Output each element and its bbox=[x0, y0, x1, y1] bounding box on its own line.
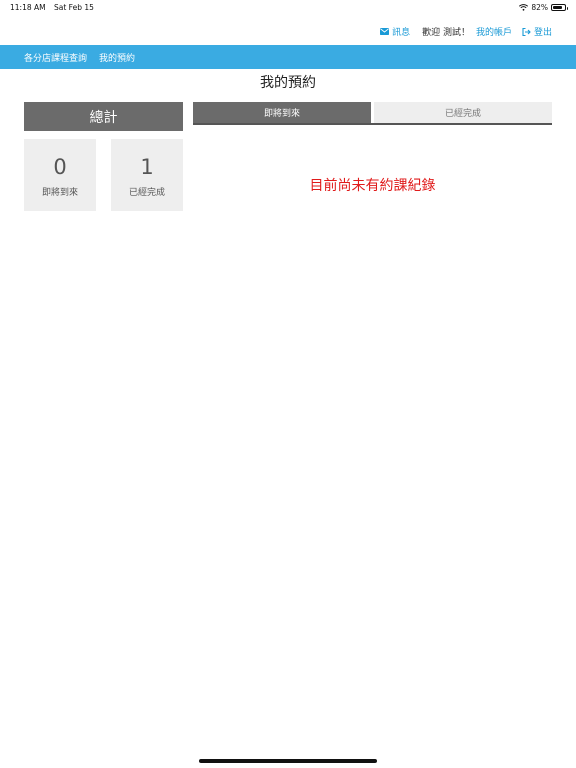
logout-label: 登出 bbox=[533, 28, 552, 38]
battery-percent: 82% bbox=[531, 3, 548, 12]
booking-tabs: 即將到來 已經完成 bbox=[193, 102, 552, 125]
battery-level bbox=[553, 6, 563, 9]
summary-header: 總計 bbox=[24, 102, 183, 131]
logout-icon bbox=[522, 27, 531, 36]
stat-upcoming-label: 即將到來 bbox=[41, 188, 78, 198]
my-account-link[interactable]: 我的帳戶 bbox=[476, 25, 512, 38]
messages-label: 訊息 bbox=[392, 28, 411, 38]
nav-item-my-bookings[interactable]: 我的預約 bbox=[99, 51, 135, 64]
home-indicator[interactable] bbox=[199, 759, 377, 763]
stat-upcoming: 0 即將到來 bbox=[24, 139, 96, 211]
status-time: 11:18 AM bbox=[10, 3, 46, 12]
stat-upcoming-value: 0 bbox=[53, 155, 67, 179]
tab-upcoming[interactable]: 即將到來 bbox=[193, 102, 371, 123]
nav-item-branch-courses[interactable]: 各分店課程查詢 bbox=[24, 51, 87, 64]
status-indicators: 82% bbox=[519, 3, 568, 12]
wifi-icon bbox=[519, 4, 529, 11]
empty-bookings-message: 目前尚未有約課紀錄 bbox=[309, 178, 436, 194]
logout-link[interactable]: 登出 bbox=[522, 25, 552, 38]
status-bar: 11:18 AM Sat Feb 15 82% bbox=[0, 0, 576, 14]
top-user-links: 訊息 歡迎 測試！ 我的帳戶 登出 bbox=[380, 25, 552, 38]
status-time-date: 11:18 AM Sat Feb 15 bbox=[10, 3, 100, 12]
envelope-icon bbox=[380, 28, 390, 35]
battery-icon bbox=[551, 4, 568, 11]
status-date: Sat Feb 15 bbox=[54, 3, 94, 12]
stat-completed: 1 已經完成 bbox=[111, 139, 183, 211]
page-title: 我的預約 bbox=[260, 75, 316, 91]
tab-completed[interactable]: 已經完成 bbox=[374, 102, 552, 123]
main-nav-bar: 各分店課程查詢 我的預約 bbox=[0, 45, 576, 69]
messages-link[interactable]: 訊息 bbox=[380, 25, 410, 38]
welcome-text: 歡迎 測試！ bbox=[422, 28, 470, 38]
stat-completed-value: 1 bbox=[140, 155, 154, 179]
stat-completed-label: 已經完成 bbox=[128, 188, 165, 198]
